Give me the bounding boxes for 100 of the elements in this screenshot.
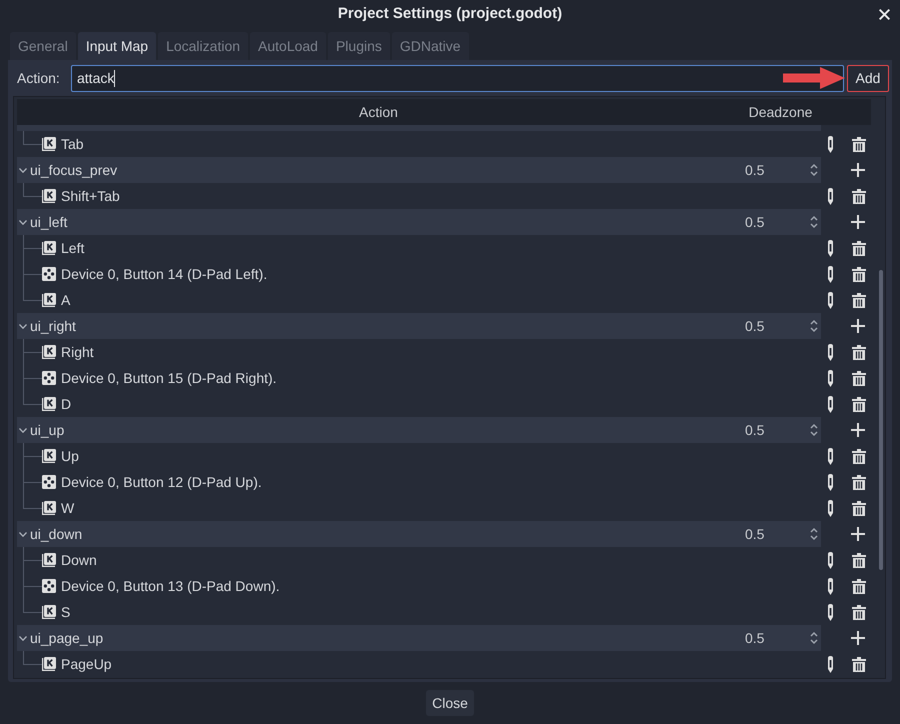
keyboard-key-icon (42, 605, 56, 619)
spinner-arrows-icon[interactable] (810, 423, 818, 437)
action-name[interactable]: ui_down (30, 524, 82, 544)
plus-icon[interactable] (851, 319, 865, 333)
spinner-arrows-icon[interactable] (810, 631, 818, 645)
pencil-icon[interactable] (828, 396, 833, 412)
trash-icon[interactable] (852, 448, 866, 464)
deadzone-spinbox[interactable]: 0.5 (740, 625, 821, 651)
event-label[interactable]: A (61, 290, 70, 310)
pencil-icon[interactable] (828, 266, 833, 282)
tree-guide-line (23, 131, 42, 145)
chevron-down-icon[interactable] (19, 428, 27, 432)
close-icon[interactable] (879, 8, 890, 20)
pencil-icon[interactable] (828, 578, 833, 594)
action-name[interactable]: ui_focus_prev (30, 160, 118, 180)
event-label[interactable]: S (61, 602, 70, 622)
event-label[interactable]: Down (61, 550, 97, 570)
trash-icon[interactable] (852, 292, 866, 308)
spinner-arrows-icon[interactable] (810, 527, 818, 541)
event-label[interactable]: W (61, 498, 74, 518)
trash-icon[interactable] (852, 188, 866, 204)
pencil-icon[interactable] (828, 500, 833, 516)
trash-icon[interactable] (852, 552, 866, 568)
deadzone-spinbox[interactable]: 0.5 (740, 313, 821, 339)
tab[interactable]: Input Map (78, 32, 156, 60)
action-label: Action: (17, 69, 61, 88)
pencil-icon[interactable] (828, 604, 833, 620)
plus-icon[interactable] (851, 163, 865, 177)
event-label[interactable]: Device 0, Button 14 (D-Pad Left). (61, 264, 268, 284)
chevron-down-icon[interactable] (19, 636, 27, 640)
pencil-icon[interactable] (828, 448, 833, 464)
event-label[interactable]: Left (61, 238, 84, 258)
trash-icon[interactable] (852, 240, 866, 256)
keyboard-key-icon (42, 449, 56, 463)
event-label[interactable]: Tab (61, 134, 84, 154)
action-name[interactable]: ui_up (30, 420, 64, 440)
deadzone-spinbox[interactable]: 0.5 (740, 521, 821, 547)
action-name[interactable]: ui_right (30, 316, 76, 336)
plus-icon[interactable] (851, 215, 865, 229)
gamepad-buttons-icon (42, 475, 56, 489)
trash-icon[interactable] (852, 344, 866, 360)
plus-icon[interactable] (851, 631, 865, 645)
event-label[interactable]: D (61, 394, 72, 414)
event-label[interactable]: Device 0, Button 13 (D-Pad Down). (61, 576, 280, 596)
pencil-icon[interactable] (828, 656, 833, 672)
pencil-icon[interactable] (828, 552, 833, 568)
event-label[interactable]: Shift+Tab (61, 186, 120, 206)
chevron-down-icon[interactable] (19, 168, 27, 172)
chevron-down-icon[interactable] (19, 532, 27, 536)
tree-guide-line (23, 339, 42, 365)
event-label[interactable]: PageUp (61, 654, 112, 674)
chevron-down-icon[interactable] (19, 220, 27, 224)
chevron-down-icon[interactable] (19, 324, 27, 328)
plus-icon[interactable] (851, 527, 865, 541)
tab[interactable]: Plugins (328, 32, 390, 60)
pencil-icon[interactable] (828, 344, 833, 360)
pencil-icon[interactable] (828, 188, 833, 204)
trash-icon[interactable] (852, 604, 866, 620)
close-button[interactable]: Close (426, 690, 474, 716)
tab[interactable]: AutoLoad (250, 32, 326, 60)
trash-icon[interactable] (852, 474, 866, 490)
scrollbar-thumb[interactable] (879, 270, 883, 570)
tab[interactable]: Localization (158, 32, 248, 60)
gamepad-buttons-icon (42, 579, 56, 593)
tree-guide-line (23, 651, 42, 665)
trash-icon[interactable] (852, 266, 866, 282)
keyboard-key-icon (42, 397, 56, 411)
action-name[interactable]: ui_left (30, 212, 68, 232)
trash-icon[interactable] (852, 136, 866, 152)
spinner-arrows-icon[interactable] (810, 163, 818, 177)
pencil-icon[interactable] (828, 240, 833, 256)
plus-icon[interactable] (851, 423, 865, 437)
deadzone-spinbox[interactable]: 0.5 (740, 417, 821, 443)
deadzone-spinbox[interactable]: 0.5 (740, 157, 821, 183)
event-label[interactable]: Up (61, 446, 79, 466)
spinner-arrows-icon[interactable] (810, 215, 818, 229)
event-label[interactable]: Device 0, Button 15 (D-Pad Right). (61, 368, 277, 388)
tree-guide-line (23, 443, 42, 469)
trash-icon[interactable] (852, 370, 866, 386)
spinner-arrows-icon[interactable] (810, 319, 818, 333)
action-name[interactable]: ui_page_up (30, 628, 104, 648)
keyboard-key-icon (42, 501, 56, 515)
trash-icon[interactable] (852, 578, 866, 594)
trash-icon[interactable] (852, 396, 866, 412)
action-name-field[interactable]: attack (71, 65, 844, 92)
event-label[interactable]: Right (61, 342, 94, 362)
keyboard-key-icon (42, 137, 56, 151)
pencil-icon[interactable] (828, 474, 833, 490)
deadzone-spinbox[interactable]: 0.5 (740, 209, 821, 235)
pencil-icon[interactable] (828, 370, 833, 386)
trash-icon[interactable] (852, 500, 866, 516)
add-button[interactable]: Add (847, 65, 889, 92)
trash-icon[interactable] (852, 656, 866, 672)
tab[interactable]: General (10, 32, 76, 60)
keyboard-key-icon (42, 657, 56, 671)
window-title: Project Settings (project.godot) (338, 4, 562, 24)
tab[interactable]: GDNative (392, 32, 469, 60)
event-label[interactable]: Device 0, Button 12 (D-Pad Up). (61, 472, 262, 492)
pencil-icon[interactable] (828, 136, 833, 152)
pencil-icon[interactable] (828, 292, 833, 308)
